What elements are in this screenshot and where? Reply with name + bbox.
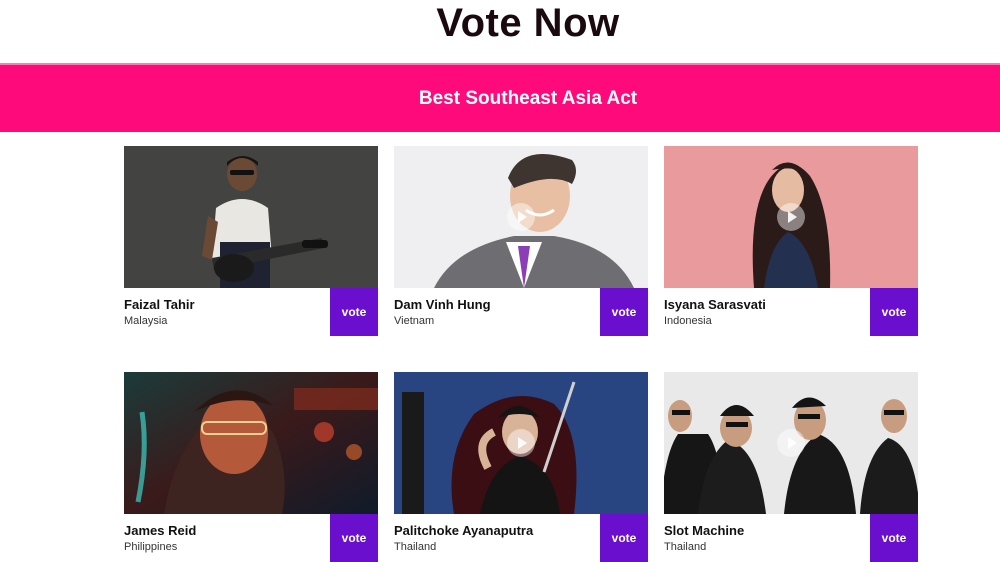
nominee-name: Isyana Sarasvati [664,297,766,312]
nominee-photo[interactable] [124,372,378,514]
nominee-country: Malaysia [124,315,168,327]
nominee-photo[interactable] [124,146,378,288]
category-banner: Best Southeast Asia Act [0,63,1000,132]
page-title: Vote Now [436,1,620,45]
nominee-card: Slot Machine Thailand vote [664,372,918,562]
nominee-country: Vietnam [394,315,435,327]
nominee-name: Dam Vinh Hung [394,297,491,312]
nominee-photo[interactable] [394,146,648,288]
play-icon[interactable] [507,203,535,231]
nominee-photo[interactable] [664,372,918,514]
nominee-photo[interactable] [664,146,918,288]
vote-button[interactable]: vote [600,514,648,562]
nominee-name: Slot Machine [664,523,745,538]
nominee-name: Palitchoke Ayanaputra [394,523,534,538]
vote-button[interactable]: vote [330,288,378,336]
vote-button[interactable]: vote [600,288,648,336]
play-icon[interactable] [507,429,535,457]
category-title: Best Southeast Asia Act [418,87,638,109]
nominee-country: Indonesia [664,315,712,327]
play-icon[interactable] [777,429,805,457]
nominee-country: Thailand [394,541,437,553]
nominee-card: Dam Vinh Hung Vietnam vote [394,146,648,336]
nominee-name: James Reid [124,523,197,538]
nominee-card: Faizal Tahir Malaysia vote [124,146,378,336]
nominee-card: Isyana Sarasvati Indonesia vote [664,146,918,336]
play-icon[interactable] [777,203,805,231]
nominee-card: James Reid Philippines vote [124,372,378,562]
nominee-country: Philippines [124,541,178,553]
nominee-name: Faizal Tahir [124,297,195,312]
nominee-card: Palitchoke Ayanaputra Thailand vote [394,372,648,562]
nominee-photo[interactable] [394,372,648,514]
vote-button[interactable]: vote [870,514,918,562]
nominee-country: Thailand [664,541,707,553]
vote-button[interactable]: vote [870,288,918,336]
vote-button[interactable]: vote [330,514,378,562]
